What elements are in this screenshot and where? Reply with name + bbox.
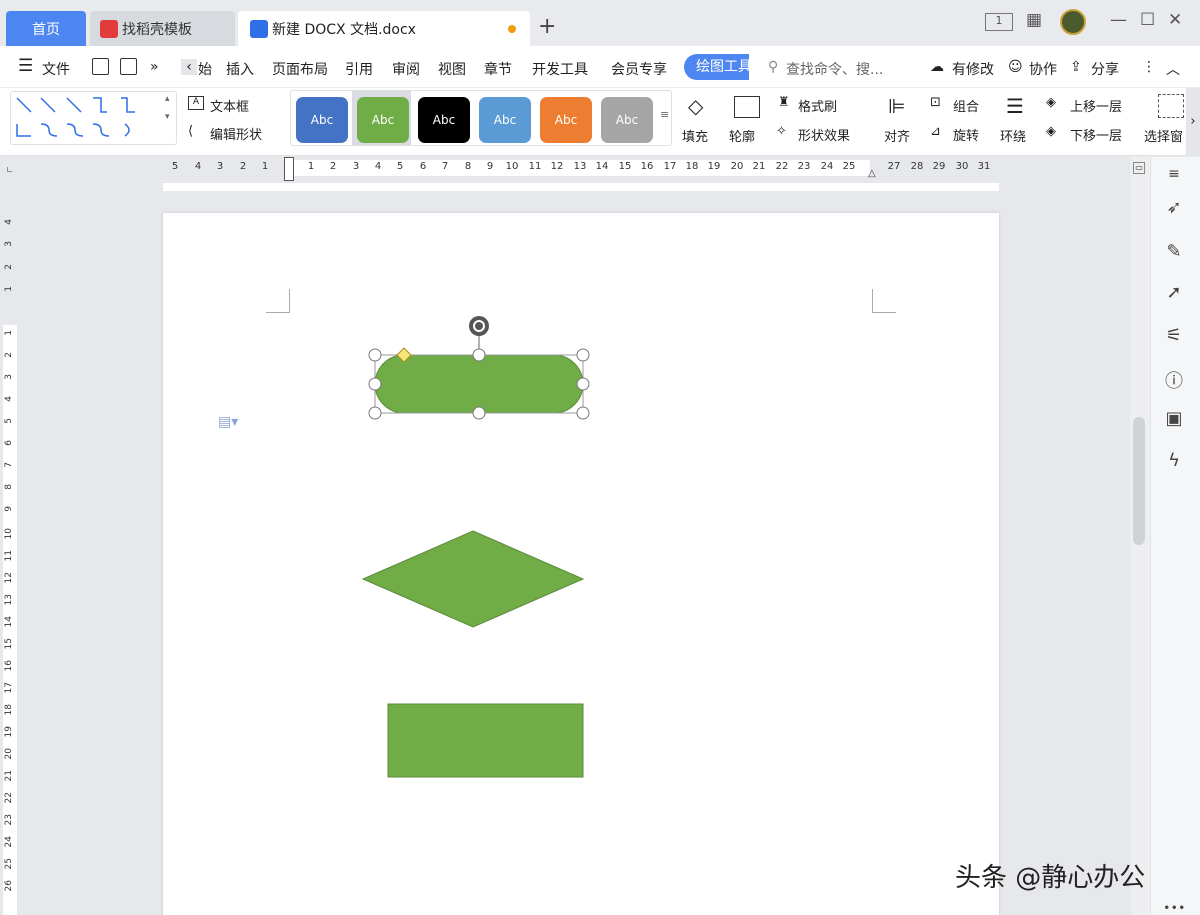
resize-handle-ml[interactable] [368, 377, 382, 391]
rotate-handle-icon[interactable] [469, 316, 489, 336]
resize-handle-bc[interactable] [472, 406, 486, 420]
collapse-ribbon-icon[interactable]: ︿ [1166, 59, 1180, 79]
resize-handle-bl[interactable] [368, 406, 382, 420]
cursor-icon[interactable]: ➚ [1163, 282, 1185, 304]
pen-icon[interactable]: ✎ [1163, 241, 1185, 263]
select-pane-icon [1158, 94, 1184, 118]
diamond-shape[interactable] [361, 530, 585, 628]
right-sidebar [1150, 157, 1200, 915]
resize-handle-tl[interactable] [368, 348, 382, 362]
help-icon[interactable]: ⓘ [1163, 367, 1185, 392]
rocket-icon[interactable]: ➶ [1163, 197, 1185, 219]
resize-handle-tr[interactable] [576, 348, 590, 362]
resize-handle-tc[interactable] [472, 348, 486, 362]
watermark-text: 头条 @静心办公 [955, 863, 1146, 893]
rectangle-shape[interactable] [387, 703, 584, 778]
document-tool-icon[interactable]: ▣ [1163, 408, 1185, 430]
settings-sliders-icon[interactable]: ⚟ [1163, 325, 1185, 347]
sidebar-collapse-icon[interactable]: ≡ [1163, 166, 1185, 188]
more-options-icon[interactable]: ∙∙∙ [1163, 900, 1186, 915]
drawing-canvas [361, 316, 590, 778]
ribbon-scroll-right-icon[interactable]: › [1186, 88, 1200, 156]
resize-handle-mr[interactable] [576, 377, 590, 391]
scrollbar-thumb[interactable] [1133, 417, 1145, 545]
select-pane-button[interactable]: 选择窗 [1144, 126, 1186, 145]
more-vertical-icon[interactable]: ⋮ [1142, 59, 1156, 75]
rounded-rectangle-shape[interactable] [374, 354, 584, 414]
lightning-icon[interactable]: ϟ [1163, 450, 1185, 472]
scroll-top-icon[interactable]: ▭ [1133, 162, 1145, 174]
close-icon[interactable]: ✕ [1168, 10, 1182, 30]
resize-handle-br[interactable] [576, 406, 590, 420]
maximize-icon[interactable]: ☐ [1140, 10, 1155, 30]
